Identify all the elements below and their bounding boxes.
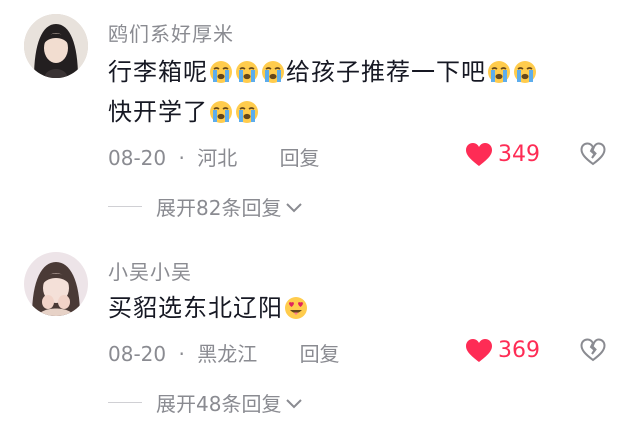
comment-text-part: 行李箱呢 — [108, 58, 208, 86]
comment-text-part: 给孩子推荐一下吧 — [286, 58, 486, 86]
chevron-down-icon — [286, 398, 303, 408]
like-count: 349 — [498, 142, 540, 167]
meta-separator: · — [178, 342, 185, 366]
comment-text: 买貂选东北辽阳 — [108, 288, 628, 328]
meta-separator: · — [178, 146, 185, 170]
broken-heart-icon — [580, 142, 606, 166]
like-count: 369 — [498, 338, 540, 363]
expand-replies-button[interactable]: 展开82条回复 — [108, 192, 303, 221]
username[interactable]: 小吴小吴 — [108, 256, 192, 285]
dislike-button[interactable] — [580, 142, 606, 170]
comment-location: 河北 — [197, 146, 238, 170]
comment-location: 黑龙江 — [197, 342, 258, 366]
divider-line — [108, 206, 142, 207]
username[interactable]: 鸥们系好厚米 — [108, 18, 234, 47]
avatar[interactable] — [24, 252, 88, 316]
chevron-down-icon — [286, 202, 303, 212]
like-button[interactable]: 349 — [466, 142, 540, 167]
comment-item: 小吴小吴 买貂选东北辽阳 08-20 · 黑龙江 回复 369 展开48条回复 — [0, 232, 640, 434]
reply-button[interactable]: 回复 — [280, 146, 320, 170]
comment-text-part: 买貂选东北辽阳 — [108, 294, 283, 322]
reply-button[interactable]: 回复 — [300, 342, 340, 366]
comment-meta: 08-20 · 黑龙江 回复 — [108, 338, 346, 367]
crying-emoji-icon — [513, 60, 537, 84]
expand-replies-label: 展开82条回复 — [156, 196, 282, 220]
crying-emoji-icon — [487, 60, 511, 84]
broken-heart-icon — [580, 338, 606, 362]
heart-icon — [466, 142, 492, 166]
comment-date: 08-20 — [108, 146, 167, 170]
comment-text: 行李箱呢 给孩子推荐一下吧 快开学了 — [108, 52, 628, 132]
like-button[interactable]: 369 — [466, 338, 540, 363]
dislike-button[interactable] — [580, 338, 606, 366]
crying-emoji-icon — [261, 60, 285, 84]
expand-replies-button[interactable]: 展开48条回复 — [108, 388, 303, 417]
comment-meta: 08-20 · 河北 回复 — [108, 142, 326, 171]
expand-replies-label: 展开48条回复 — [156, 392, 282, 416]
comment-date: 08-20 — [108, 342, 167, 366]
comment-text-part: 快开学了 — [108, 98, 208, 126]
crying-emoji-icon — [235, 60, 259, 84]
avatar[interactable] — [24, 14, 88, 78]
divider-line — [108, 402, 142, 403]
heart-icon — [466, 338, 492, 362]
crying-emoji-icon — [209, 60, 233, 84]
comment-item: 鸥们系好厚米 行李箱呢 给孩子推荐一下吧 快开学了 08-20 · 河北 回复 3… — [0, 0, 640, 230]
crying-emoji-icon — [209, 100, 233, 124]
crying-emoji-icon — [235, 100, 259, 124]
heart-eyes-emoji-icon — [284, 296, 308, 320]
